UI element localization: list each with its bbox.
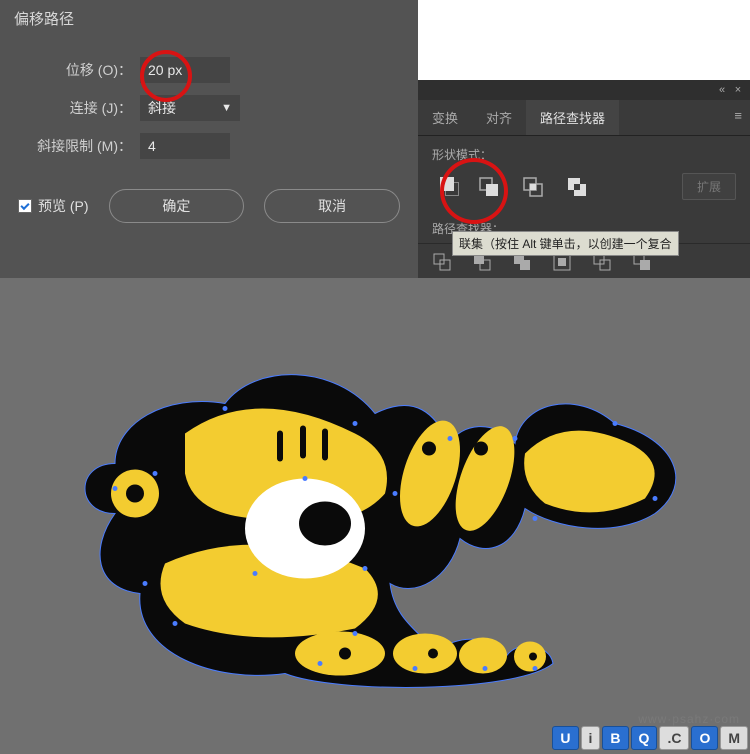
tab-align[interactable]: 对齐 bbox=[472, 100, 526, 135]
preview-label: 预览 (P) bbox=[38, 196, 89, 216]
panel-tabs: 变换 对齐 路径查找器 ≡ bbox=[418, 100, 750, 136]
joins-select[interactable]: 斜接 ▼ bbox=[140, 95, 240, 121]
watermark: U i B Q .C O M bbox=[552, 726, 748, 750]
unite-tooltip: 联集（按住 Alt 键单击，以创建一个复合 bbox=[452, 231, 679, 256]
wm-i: i bbox=[581, 726, 601, 750]
chevron-down-icon: ▼ bbox=[221, 102, 232, 114]
preview-checkbox-wrap[interactable]: 预览 (P) bbox=[18, 196, 89, 216]
panel-menu-icon[interactable]: ≡ bbox=[726, 100, 750, 135]
exclude-button[interactable] bbox=[564, 174, 590, 200]
intersect-button[interactable] bbox=[520, 174, 546, 200]
close-icon[interactable]: × bbox=[732, 84, 744, 96]
unite-button[interactable] bbox=[432, 174, 458, 200]
offset-row: 位移 (O)： bbox=[10, 57, 408, 83]
checkmark-icon bbox=[20, 200, 29, 209]
wm-m: M bbox=[720, 726, 748, 750]
minus-front-button[interactable] bbox=[476, 174, 502, 200]
wm-o: O bbox=[691, 726, 718, 750]
watermark-faint: www·psahz·com bbox=[638, 712, 740, 726]
offset-input[interactable] bbox=[140, 57, 230, 83]
tab-pathfinder[interactable]: 路径查找器 bbox=[526, 100, 619, 135]
expand-button[interactable]: 扩展 bbox=[682, 173, 736, 200]
cancel-button[interactable]: 取消 bbox=[264, 189, 400, 223]
miter-input[interactable] bbox=[140, 133, 230, 159]
artboard: www·psahz·com U i B Q .C O M bbox=[0, 278, 750, 754]
wm-u: U bbox=[552, 726, 578, 750]
collapse-icon[interactable]: « bbox=[716, 84, 728, 96]
offset-path-dialog: 偏移路径 位移 (O)： 连接 (J)： 斜接 ▼ 斜接限制 (M)： bbox=[0, 0, 418, 278]
divide-button[interactable] bbox=[432, 252, 452, 272]
tab-transform[interactable]: 变换 bbox=[418, 100, 472, 135]
dialog-title: 偏移路径 bbox=[0, 0, 418, 37]
joins-row: 连接 (J)： 斜接 ▼ bbox=[10, 95, 408, 121]
wm-q: Q bbox=[631, 726, 658, 750]
miter-row: 斜接限制 (M)： bbox=[10, 133, 408, 159]
selected-artwork[interactable] bbox=[55, 324, 695, 709]
preview-checkbox[interactable] bbox=[18, 199, 32, 213]
shape-modes-label: 形状模式： bbox=[418, 136, 750, 169]
wm-c: .C bbox=[659, 726, 689, 750]
offset-label: 位移 (O)： bbox=[10, 60, 140, 80]
joins-label: 连接 (J)： bbox=[10, 98, 140, 118]
miter-label: 斜接限制 (M)： bbox=[10, 136, 140, 156]
wm-b: B bbox=[602, 726, 628, 750]
ok-button[interactable]: 确定 bbox=[109, 189, 245, 223]
joins-value: 斜接 bbox=[148, 98, 176, 118]
